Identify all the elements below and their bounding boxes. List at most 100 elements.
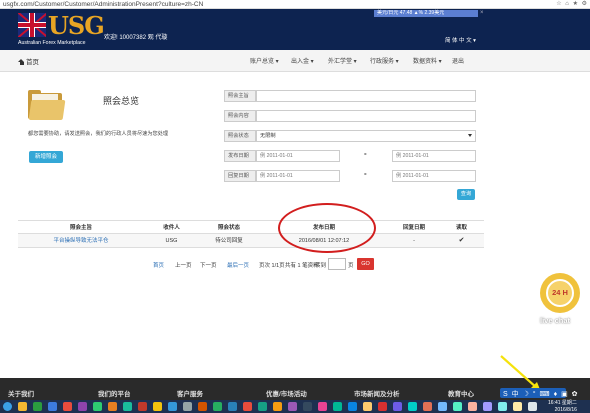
clock-time: 16:41 星期二: [548, 400, 577, 406]
nav-admin-services[interactable]: 行政服务 ▾: [370, 56, 399, 65]
reply-date-label: 回复日期: [224, 170, 256, 182]
app-icon[interactable]: [213, 402, 222, 411]
nav-logout[interactable]: 退出: [452, 56, 464, 65]
app-icon[interactable]: [288, 402, 297, 411]
home-icon: [18, 59, 25, 65]
row-subject-link[interactable]: 平台操纵导致无法平仓: [18, 234, 144, 248]
nav-home-label: 首页: [26, 59, 39, 66]
app-icon[interactable]: [123, 402, 132, 411]
chevron-down-icon: [468, 134, 472, 137]
ime-tray[interactable]: S 中 ☽ ° ⌨ ♦ ▣ ✿: [500, 388, 578, 398]
content-input[interactable]: [256, 110, 476, 122]
nav-data[interactable]: 数据资料 ▾: [413, 56, 442, 65]
go-button[interactable]: GO: [357, 258, 374, 270]
pager-first[interactable]: 首页: [153, 261, 164, 269]
pager-page-unit: 页: [348, 263, 354, 269]
new-note-button[interactable]: 新增照会: [29, 151, 63, 163]
app-icon[interactable]: [393, 402, 402, 411]
browser-toolbar-icons[interactable]: ☆ ⌂ ★ ⚙: [556, 0, 588, 9]
explorer-icon[interactable]: [18, 402, 27, 411]
col-status: 照会状态: [217, 225, 240, 231]
main-nav: 首页 账户总览 ▾ 出入金 ▾ 外汇学堂 ▾ 行政服务 ▾ 数据资料 ▾ 退出: [0, 50, 590, 72]
app-icon[interactable]: [498, 402, 507, 411]
pager-next[interactable]: 下一页: [200, 261, 217, 269]
app-icon[interactable]: [108, 402, 117, 411]
app-icon[interactable]: [408, 402, 417, 411]
app-icon[interactable]: [348, 402, 357, 411]
pager-goto-label: 转到: [315, 263, 327, 269]
footer-platform[interactable]: 我们的平台: [98, 388, 131, 398]
app-icon[interactable]: [513, 402, 522, 411]
app-icon[interactable]: [258, 402, 267, 411]
app-icon[interactable]: [243, 402, 252, 411]
app-icon[interactable]: [333, 402, 342, 411]
app-icon[interactable]: [138, 402, 147, 411]
table-row[interactable]: 平台操纵导致无法平仓 USG 待公司回复 2016/08/01 12:07:12…: [18, 234, 484, 248]
tray-icons[interactable]: S 中 ☽ ° ⌨ ♦ ▣ ✿: [503, 389, 579, 399]
app-icon[interactable]: [198, 402, 207, 411]
app-icon[interactable]: [438, 402, 447, 411]
nav-account-overview[interactable]: 账户总览 ▾: [250, 56, 279, 65]
reply-date-separator: -: [364, 169, 367, 178]
language-selector[interactable]: 简 体 中 文 ▾: [445, 36, 476, 44]
pager-prev[interactable]: 上一页: [175, 261, 192, 269]
pager-last[interactable]: 最后一页: [227, 261, 249, 269]
notes-table: 照会主旨 收件人 照会状态 发布日期 回复日期 读取 平台操纵导致无法平仓 US…: [18, 220, 484, 248]
app-icon[interactable]: [63, 402, 72, 411]
footer-education[interactable]: 教育中心: [448, 388, 474, 398]
app-icon[interactable]: [363, 402, 372, 411]
app-icon[interactable]: [318, 402, 327, 411]
clock-date: 2016/8/16: [554, 406, 577, 413]
footer-about[interactable]: 关于我们: [8, 388, 34, 398]
live-chat-icon[interactable]: 24 H: [540, 273, 580, 313]
usg-logo[interactable]: USG Australian Forex Marketplace: [18, 11, 105, 47]
issue-date-from-input[interactable]: 例 2011-01-01: [256, 150, 340, 162]
nav-deposit-withdraw[interactable]: 出入金 ▾: [291, 56, 314, 65]
taskbar-clock[interactable]: 16:41 星期二 2016/8/16: [548, 400, 577, 413]
app-icon[interactable]: [33, 402, 42, 411]
footer-promotions[interactable]: 优惠/市场活动: [266, 388, 307, 398]
subject-label: 照会主旨: [224, 90, 256, 102]
start-icon[interactable]: [3, 402, 12, 411]
price-ticker[interactable]: 美元/日元 47.48 ▲% 2.39美元: [374, 10, 478, 17]
app-icon[interactable]: [453, 402, 462, 411]
nav-forex-school[interactable]: 外汇学堂 ▾: [328, 56, 357, 65]
reply-date-from-input[interactable]: 例 2011-01-01: [256, 170, 340, 182]
windows-taskbar: 16:41 星期二 2016/8/16: [0, 400, 590, 413]
app-icon[interactable]: [93, 402, 102, 411]
app-icon[interactable]: [483, 402, 492, 411]
brand-name: USG: [48, 11, 105, 40]
url-text[interactable]: usgfx.com/Customer/Customer/Administrati…: [3, 0, 203, 9]
app-icon[interactable]: [168, 402, 177, 411]
row-status: 待公司回复: [215, 238, 243, 244]
nav-home[interactable]: 首页: [18, 56, 39, 66]
ie-icon[interactable]: [48, 402, 57, 411]
issue-date-to-input[interactable]: 例 2011-01-01: [392, 150, 476, 162]
app-icon[interactable]: [303, 402, 312, 411]
app-icon[interactable]: [423, 402, 432, 411]
annotation-circle: [278, 203, 376, 253]
footer-news[interactable]: 市场新闻及分析: [354, 388, 400, 398]
app-icon[interactable]: [378, 402, 387, 411]
app-icon[interactable]: [153, 402, 162, 411]
reply-date-to-input[interactable]: 例 2011-01-01: [392, 170, 476, 182]
subject-input[interactable]: [256, 90, 476, 102]
folder-icon: [28, 90, 66, 120]
footer-service[interactable]: 客户服务: [177, 388, 203, 398]
app-icon[interactable]: [78, 402, 87, 411]
app-icon[interactable]: [183, 402, 192, 411]
page-description: 都您需要协助，请发送照会，我们的行政人员将尽速为您处理: [28, 131, 169, 137]
query-button[interactable]: 查询: [457, 189, 475, 200]
app-icon[interactable]: [528, 402, 537, 411]
app-icon[interactable]: [228, 402, 237, 411]
app-icon[interactable]: [468, 402, 477, 411]
address-bar[interactable]: usgfx.com/Customer/Customer/Administrati…: [0, 0, 590, 9]
table-header: 照会主旨 收件人 照会状态 发布日期 回复日期 读取: [18, 220, 484, 234]
welcome-text: 欢迎! 10007382 观 代璇: [104, 35, 168, 41]
status-select[interactable]: 无限制: [256, 130, 476, 142]
ticker-close-icon[interactable]: ×: [480, 10, 484, 16]
page-number-input[interactable]: [328, 258, 346, 270]
app-icon[interactable]: [273, 402, 282, 411]
brand-tagline: Australian Forex Marketplace: [18, 40, 86, 46]
live-chat-label[interactable]: live chat: [540, 316, 570, 325]
